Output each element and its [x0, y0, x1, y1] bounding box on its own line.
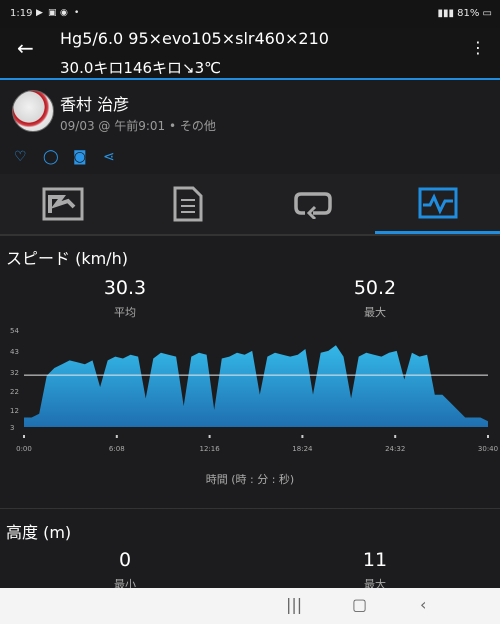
- speed-title: スピード (km/h): [6, 249, 128, 268]
- calendar-icon: ▣: [48, 8, 57, 18]
- action-row: ♡ ◯ ◙ ⋖: [0, 144, 500, 175]
- activity-title: Hg5/6.0 95×evo105×slr460×210: [60, 29, 329, 48]
- elevation-title: 高度 (m): [6, 523, 72, 542]
- speed-avg-label: 平均: [114, 306, 136, 319]
- dot-icon: •: [74, 8, 80, 18]
- speed-area-series: [24, 345, 488, 427]
- x-tick-label: 24:32: [385, 445, 405, 453]
- y-tick-label: 22: [10, 388, 19, 396]
- speed-avg-value: 30.3: [103, 277, 147, 299]
- status-bar: 1:19 ▶ ▣ ◉ • ▮▮▮ 81% ▭: [0, 0, 500, 28]
- x-tick-label: 12:16: [200, 445, 221, 453]
- home-icon[interactable]: ▢: [352, 595, 367, 614]
- elevation-section: 高度 (m) 0 最小 11 最大: [0, 509, 500, 591]
- recent-apps-icon[interactable]: |||: [286, 595, 302, 614]
- like-icon[interactable]: ♡: [14, 149, 27, 165]
- laps-icon: [293, 192, 332, 219]
- speed-max-label: 最大: [364, 306, 386, 319]
- x-tick-label: 18:24: [292, 445, 313, 453]
- x-tick-mark: [23, 435, 25, 438]
- activity-subtitle: 30.0キロ146キロ↘3℃: [60, 59, 221, 77]
- speed-section: スピード (km/h) 30.3 平均 50.2 最大 54 43 32 22 12 3 0…: [0, 237, 500, 507]
- avatar[interactable]: [12, 90, 54, 132]
- back-nav-icon[interactable]: ‹: [420, 595, 426, 614]
- camera-icon[interactable]: ◙: [73, 149, 87, 165]
- chart-icon: [418, 187, 457, 218]
- x-tick-mark: [487, 435, 489, 438]
- y-tick-label: 32: [10, 369, 19, 377]
- status-right: ▮▮▮ 81% ▭: [437, 8, 492, 19]
- x-tick-mark: [208, 435, 211, 438]
- y-tick-label: 43: [10, 348, 19, 356]
- signal-icon: ▮▮▮: [437, 8, 458, 19]
- activity-meta: 09/03 @ 午前9:01 • その他: [60, 119, 216, 133]
- y-tick-label: 54: [10, 327, 19, 335]
- user-row: 香村 治彦 09/03 @ 午前9:01 • その他: [0, 80, 500, 145]
- x-tick-label: 6:08: [109, 445, 125, 453]
- tab-bar: [0, 174, 500, 236]
- x-axis-label: 時間 (時 : 分 : 秒): [205, 473, 295, 486]
- y-tick-label: 3: [10, 424, 14, 432]
- youtube-icon: ▶: [36, 8, 43, 18]
- x-tick-mark: [115, 435, 118, 438]
- share-icon[interactable]: ⋖: [103, 149, 115, 165]
- x-tick-mark: [301, 435, 304, 438]
- elevation-min-value: 0: [118, 549, 132, 571]
- elevation-max-value: 11: [362, 549, 388, 571]
- speed-chart[interactable]: 54 43 32 22 12 3 0:00 6:08 12:16 18:24 24:32 30:40: [0, 325, 500, 475]
- tab-charts[interactable]: [375, 174, 500, 234]
- system-nav-bar: ||| ▢ ‹: [0, 588, 500, 624]
- user-name[interactable]: 香村 治彦: [60, 91, 129, 115]
- tab-map[interactable]: [0, 174, 125, 234]
- x-tick-mark: [394, 435, 397, 438]
- status-time: 1:19: [10, 8, 33, 19]
- document-icon: [173, 186, 202, 222]
- more-options-icon[interactable]: ⋮: [470, 38, 486, 57]
- y-tick-label: 12: [10, 407, 19, 415]
- battery-icon: ▭: [482, 8, 492, 19]
- chat-icon: ◉: [60, 8, 68, 18]
- battery-level: 81%: [457, 8, 480, 19]
- map-icon: [42, 187, 83, 221]
- x-tick-label: 30:40: [478, 445, 498, 453]
- speed-max-value: 50.2: [353, 277, 397, 299]
- x-tick-label: 0:00: [16, 445, 32, 453]
- back-arrow-icon[interactable]: ←: [17, 36, 34, 60]
- app-bar: ← Hg5/6.0 95×evo105×slr460×210 30.0キロ146…: [0, 28, 500, 80]
- tab-details[interactable]: [125, 174, 250, 234]
- tab-laps[interactable]: [250, 174, 375, 234]
- comment-icon[interactable]: ◯: [43, 149, 59, 165]
